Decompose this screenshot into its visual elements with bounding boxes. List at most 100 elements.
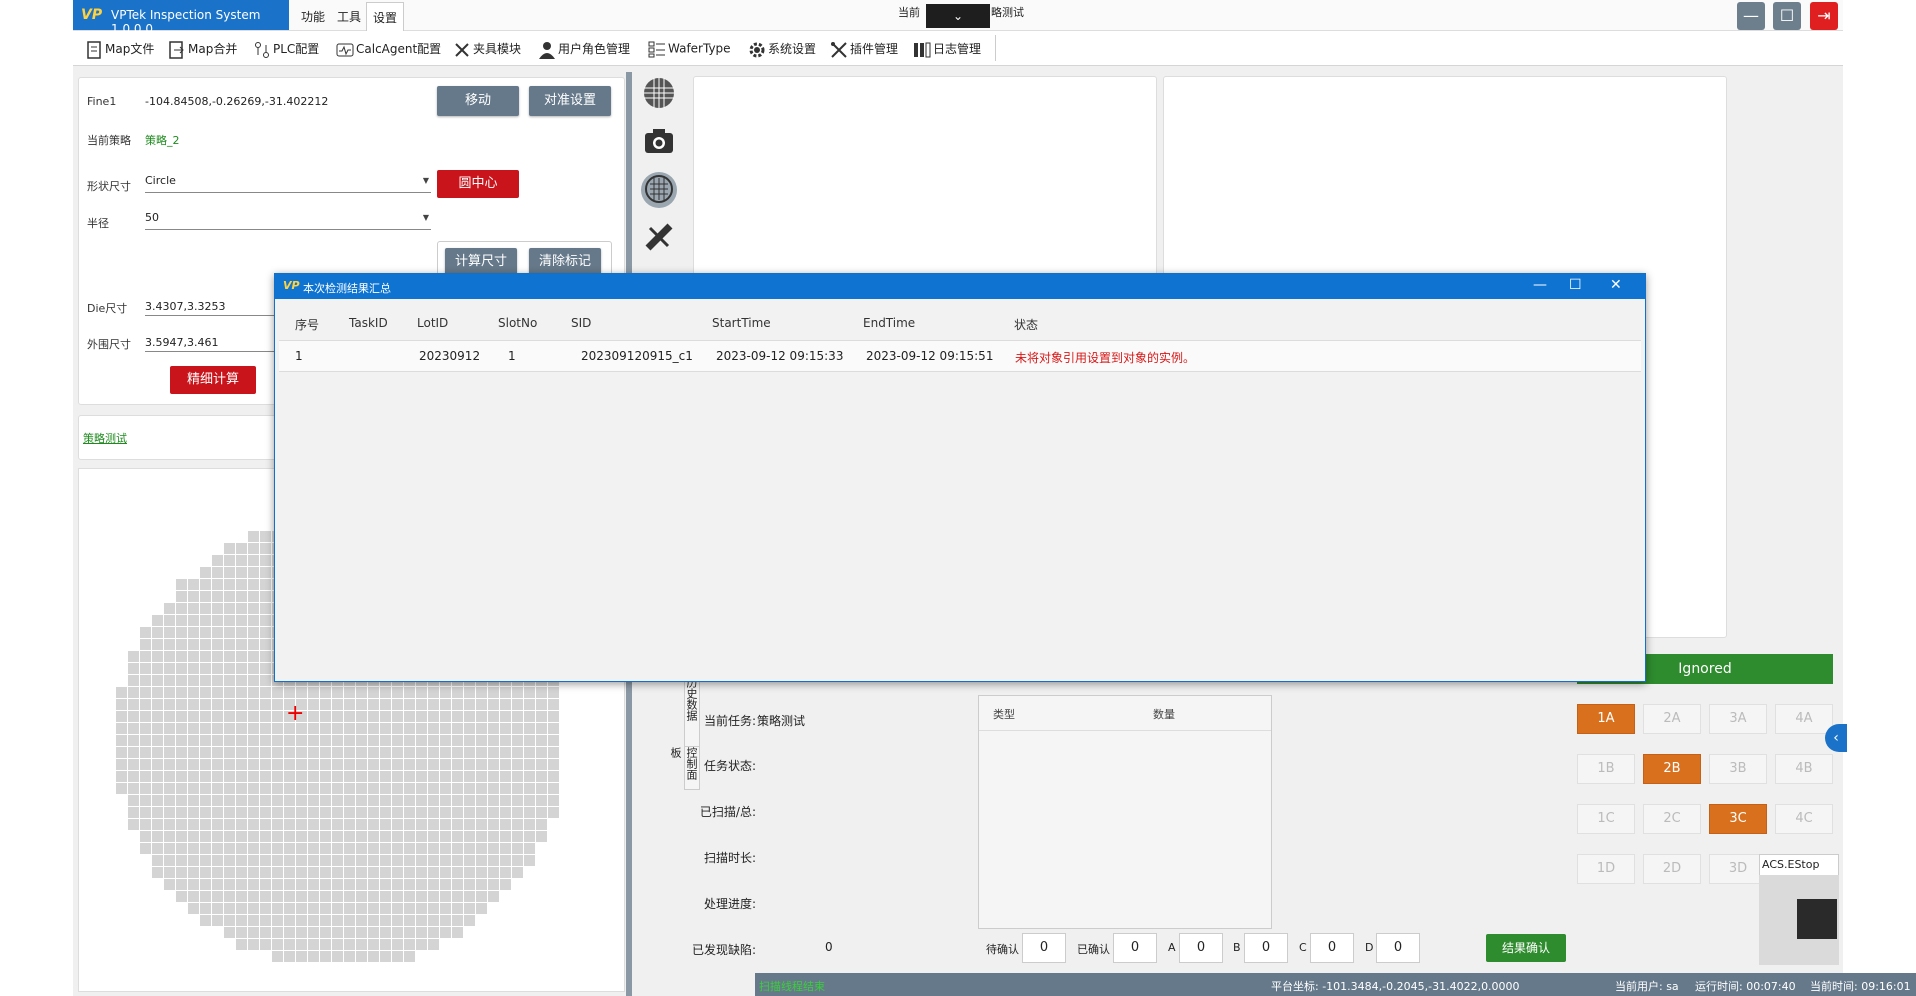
die-cell[interactable] bbox=[140, 639, 151, 650]
die-cell[interactable] bbox=[512, 855, 523, 866]
clear-marks-button[interactable]: 清除标记 bbox=[529, 248, 601, 276]
chevron-left-icon[interactable]: ‹ bbox=[1825, 724, 1847, 752]
slot-button-3a[interactable]: 3A bbox=[1709, 704, 1767, 734]
die-cell[interactable] bbox=[488, 711, 499, 722]
die-cell[interactable] bbox=[500, 711, 511, 722]
die-cell[interactable] bbox=[344, 843, 355, 854]
die-cell[interactable] bbox=[176, 831, 187, 842]
die-cell[interactable] bbox=[284, 855, 295, 866]
die-cell[interactable] bbox=[248, 795, 259, 806]
die-cell[interactable] bbox=[320, 723, 331, 734]
die-cell[interactable] bbox=[224, 867, 235, 878]
die-cell[interactable] bbox=[308, 939, 319, 950]
die-cell[interactable] bbox=[356, 783, 367, 794]
die-cell[interactable] bbox=[260, 555, 271, 566]
die-cell[interactable] bbox=[464, 771, 475, 782]
die-cell[interactable] bbox=[512, 723, 523, 734]
die-cell[interactable] bbox=[224, 831, 235, 842]
die-cell[interactable] bbox=[140, 795, 151, 806]
die-cell[interactable] bbox=[356, 807, 367, 818]
die-cell[interactable] bbox=[380, 855, 391, 866]
die-cell[interactable] bbox=[188, 627, 199, 638]
die-cell[interactable] bbox=[476, 867, 487, 878]
die-cell[interactable] bbox=[512, 759, 523, 770]
maximize-button[interactable]: ☐ bbox=[1773, 2, 1801, 30]
die-cell[interactable] bbox=[452, 915, 463, 926]
die-cell[interactable] bbox=[476, 843, 487, 854]
die-cell[interactable] bbox=[248, 651, 259, 662]
die-cell[interactable] bbox=[200, 663, 211, 674]
die-cell[interactable] bbox=[200, 891, 211, 902]
die-cell[interactable] bbox=[548, 783, 559, 794]
die-cell[interactable] bbox=[224, 807, 235, 818]
die-cell[interactable] bbox=[416, 807, 427, 818]
die-cell[interactable] bbox=[188, 879, 199, 890]
die-cell[interactable] bbox=[212, 819, 223, 830]
die-cell[interactable] bbox=[188, 747, 199, 758]
die-cell[interactable] bbox=[176, 843, 187, 854]
die-cell[interactable] bbox=[368, 735, 379, 746]
die-cell[interactable] bbox=[368, 819, 379, 830]
die-cell[interactable] bbox=[164, 651, 175, 662]
die-cell[interactable] bbox=[248, 747, 259, 758]
die-cell[interactable] bbox=[260, 603, 271, 614]
die-cell[interactable] bbox=[464, 819, 475, 830]
die-cell[interactable] bbox=[236, 651, 247, 662]
die-cell[interactable] bbox=[536, 819, 547, 830]
die-cell[interactable] bbox=[272, 699, 283, 710]
die-cell[interactable] bbox=[212, 915, 223, 926]
die-cell[interactable] bbox=[176, 771, 187, 782]
die-cell[interactable] bbox=[164, 747, 175, 758]
die-cell[interactable] bbox=[236, 663, 247, 674]
die-cell[interactable] bbox=[428, 831, 439, 842]
die-cell[interactable] bbox=[284, 843, 295, 854]
die-cell[interactable] bbox=[320, 891, 331, 902]
die-cell[interactable] bbox=[548, 771, 559, 782]
slot-button-2d[interactable]: 2D bbox=[1643, 854, 1701, 884]
die-cell[interactable] bbox=[200, 795, 211, 806]
die-cell[interactable] bbox=[152, 699, 163, 710]
die-cell[interactable] bbox=[212, 783, 223, 794]
die-cell[interactable] bbox=[200, 879, 211, 890]
die-cell[interactable] bbox=[452, 807, 463, 818]
die-cell[interactable] bbox=[152, 627, 163, 638]
die-cell[interactable] bbox=[212, 891, 223, 902]
die-cell[interactable] bbox=[380, 891, 391, 902]
die-cell[interactable] bbox=[356, 927, 367, 938]
die-cell[interactable] bbox=[296, 795, 307, 806]
die-cell[interactable] bbox=[500, 831, 511, 842]
die-cell[interactable] bbox=[512, 819, 523, 830]
die-cell[interactable] bbox=[308, 735, 319, 746]
die-cell[interactable] bbox=[164, 675, 175, 686]
die-cell[interactable] bbox=[284, 795, 295, 806]
die-cell[interactable] bbox=[380, 687, 391, 698]
die-cell[interactable] bbox=[332, 867, 343, 878]
die-cell[interactable] bbox=[260, 819, 271, 830]
die-cell[interactable] bbox=[116, 711, 127, 722]
die-cell[interactable] bbox=[440, 771, 451, 782]
die-cell[interactable] bbox=[380, 807, 391, 818]
die-cell[interactable] bbox=[224, 795, 235, 806]
toolbar-plugins[interactable]: 插件管理 bbox=[830, 40, 898, 59]
die-cell[interactable] bbox=[368, 687, 379, 698]
die-cell[interactable] bbox=[176, 735, 187, 746]
die-cell[interactable] bbox=[464, 855, 475, 866]
die-cell[interactable] bbox=[344, 759, 355, 770]
die-cell[interactable] bbox=[212, 903, 223, 914]
die-cell[interactable] bbox=[308, 819, 319, 830]
die-cell[interactable] bbox=[308, 843, 319, 854]
die-cell[interactable] bbox=[428, 939, 439, 950]
die-cell[interactable] bbox=[164, 699, 175, 710]
die-cell[interactable] bbox=[260, 795, 271, 806]
die-cell[interactable] bbox=[548, 807, 559, 818]
die-cell[interactable] bbox=[320, 759, 331, 770]
die-cell[interactable] bbox=[380, 927, 391, 938]
die-cell[interactable] bbox=[320, 687, 331, 698]
die-cell[interactable] bbox=[524, 819, 535, 830]
die-cell[interactable] bbox=[164, 627, 175, 638]
die-cell[interactable] bbox=[320, 699, 331, 710]
die-cell[interactable] bbox=[128, 747, 139, 758]
die-cell[interactable] bbox=[116, 723, 127, 734]
die-cell[interactable] bbox=[536, 699, 547, 710]
die-cell[interactable] bbox=[152, 687, 163, 698]
